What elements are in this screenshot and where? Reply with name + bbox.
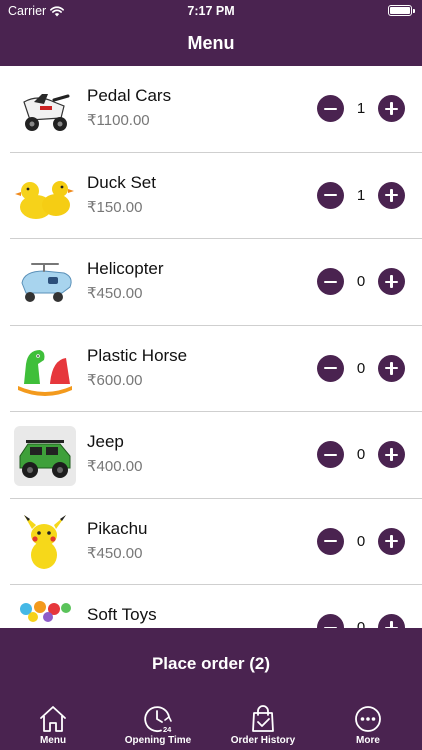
svg-text:24: 24 xyxy=(163,725,172,734)
item-price: ₹150.00 xyxy=(87,198,143,216)
decrease-button[interactable] xyxy=(317,354,344,382)
item-price: ₹450.00 xyxy=(87,544,143,562)
increase-button[interactable] xyxy=(378,354,405,382)
home-icon xyxy=(40,706,66,732)
place-order-button[interactable]: Place order (2) xyxy=(0,628,422,700)
increase-button[interactable] xyxy=(378,614,405,628)
clock-24-icon: 24 xyxy=(144,706,172,734)
increase-button[interactable] xyxy=(378,268,405,295)
list-item[interactable]: Helicopter ₹450.00 0 xyxy=(0,239,422,326)
page-title: Menu xyxy=(187,33,235,53)
tab-more-label: More xyxy=(356,735,380,746)
decrease-button[interactable] xyxy=(317,181,344,209)
tab-order-history-label: Order History xyxy=(230,735,296,746)
decrease-button[interactable] xyxy=(317,95,344,122)
item-name: Plastic Horse xyxy=(87,345,188,365)
more-dots-icon xyxy=(355,706,381,732)
shopping-bag-check-icon xyxy=(252,705,274,732)
item-price: ₹600.00 xyxy=(87,371,143,389)
tab-menu[interactable]: Menu xyxy=(3,704,103,750)
item-name: Pedal Cars xyxy=(87,86,172,105)
decrease-button[interactable] xyxy=(317,441,344,468)
item-name: Jeep xyxy=(87,432,124,451)
helicopter-image xyxy=(14,253,76,313)
quantity-value: 0 xyxy=(356,619,366,628)
tab-opening-time[interactable]: 24 Opening Time xyxy=(108,704,208,750)
quantity-value: 0 xyxy=(356,273,366,290)
quantity-value: 1 xyxy=(356,186,366,204)
pedal-car-image xyxy=(14,80,76,140)
soft-toys-image xyxy=(14,599,76,628)
item-price: ₹400.00 xyxy=(87,458,143,475)
list-item[interactable]: Duck Set ₹150.00 1 xyxy=(0,153,422,239)
list-item[interactable]: Pedal Cars ₹1100.00 1 xyxy=(0,66,422,153)
tab-opening-time-label: Opening Time xyxy=(124,735,192,746)
navigation-bar: Carrier 7:17 PM Menu xyxy=(0,0,422,66)
decrease-button[interactable] xyxy=(317,527,344,555)
duck-set-image xyxy=(14,166,76,227)
order-bar: Place order (2) xyxy=(0,628,422,700)
status-time: 7:17 PM xyxy=(187,4,235,18)
item-name: Pikachu xyxy=(87,518,148,538)
quantity-value: 0 xyxy=(356,359,366,377)
quantity-stepper: 0 xyxy=(317,354,405,383)
item-name: Duck Set xyxy=(87,172,156,192)
list-item[interactable]: Pikachu ₹450.00 0 xyxy=(0,499,422,585)
quantity-stepper: 0 xyxy=(317,614,405,628)
list-item[interactable]: Soft Toys 0 xyxy=(0,585,422,628)
quantity-stepper: 0 xyxy=(317,268,405,296)
status-bar: Carrier 7:17 PM xyxy=(0,0,422,22)
tab-menu-label: Menu xyxy=(39,735,67,746)
decrease-button[interactable] xyxy=(317,614,344,628)
jeep-image xyxy=(14,426,76,486)
increase-button[interactable] xyxy=(378,181,405,209)
increase-button[interactable] xyxy=(378,527,405,555)
tab-order-history[interactable]: Order History xyxy=(213,704,313,750)
battery-icon xyxy=(388,5,415,16)
decrease-button[interactable] xyxy=(317,268,344,295)
quantity-value: 0 xyxy=(356,446,366,463)
rocking-horse-image xyxy=(14,339,76,400)
quantity-stepper: 0 xyxy=(317,527,405,556)
quantity-stepper: 0 xyxy=(317,441,405,469)
tab-bar: Menu 24 Opening Time Order History More xyxy=(0,700,422,750)
quantity-value: 1 xyxy=(356,100,366,117)
quantity-stepper: 1 xyxy=(317,181,405,210)
increase-button[interactable] xyxy=(378,441,405,468)
item-price: ₹450.00 xyxy=(87,285,143,302)
item-name: Helicopter xyxy=(87,259,164,278)
quantity-stepper: 1 xyxy=(317,95,405,123)
tab-more[interactable]: More xyxy=(318,704,418,750)
pikachu-image xyxy=(14,512,76,573)
quantity-value: 0 xyxy=(356,532,366,550)
increase-button[interactable] xyxy=(378,95,405,122)
list-item[interactable]: Plastic Horse ₹600.00 0 xyxy=(0,326,422,412)
menu-list[interactable]: Pedal Cars ₹1100.00 1 Duck Set ₹150.00 1… xyxy=(0,66,422,628)
list-item[interactable]: Jeep ₹400.00 0 xyxy=(0,412,422,499)
item-name: Soft Toys xyxy=(87,605,157,624)
item-price: ₹1100.00 xyxy=(87,112,150,129)
